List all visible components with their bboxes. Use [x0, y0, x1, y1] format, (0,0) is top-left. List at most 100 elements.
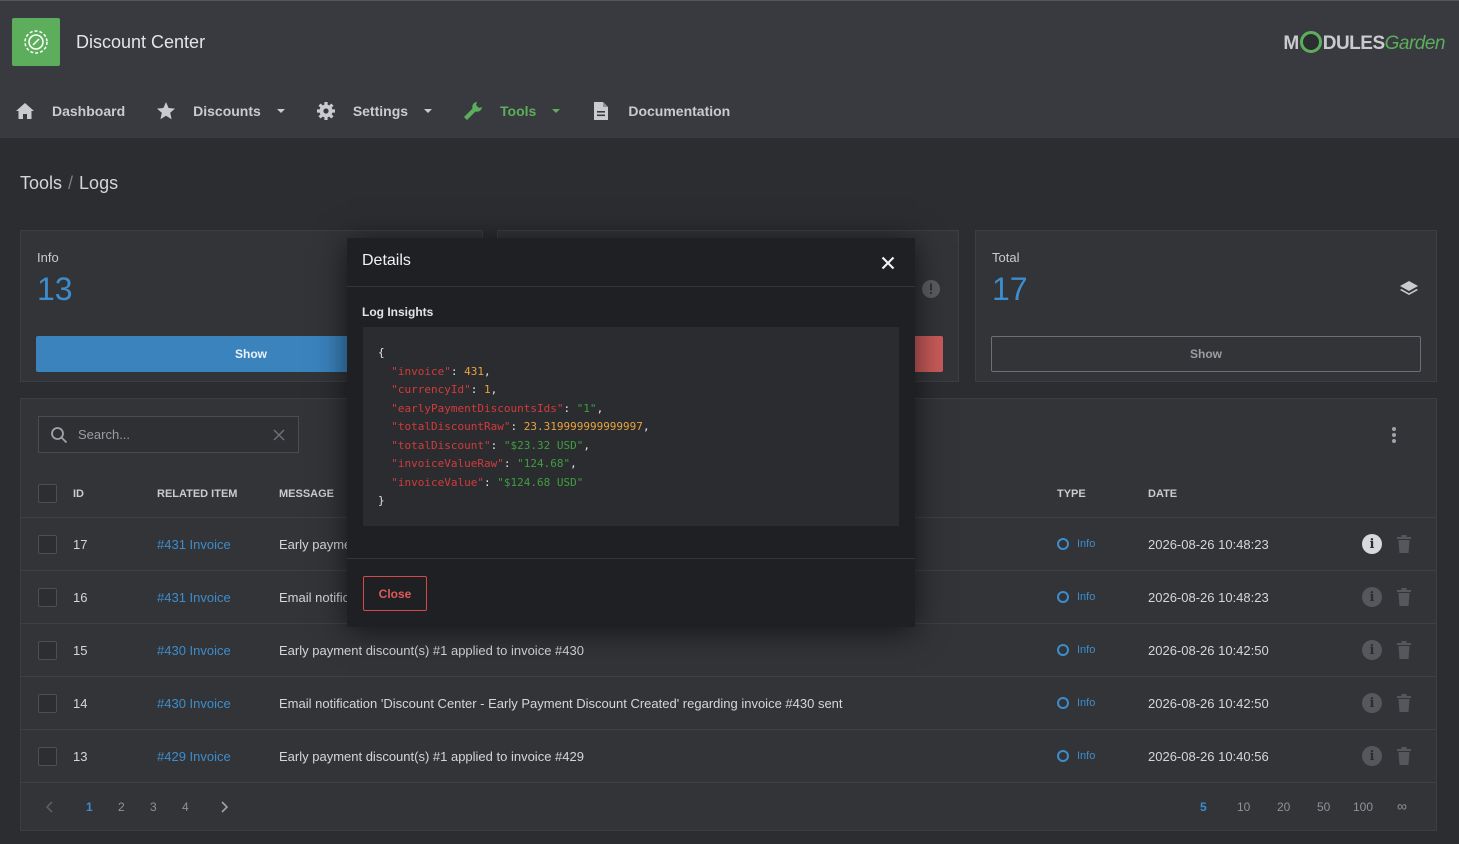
type-label: Info	[1077, 591, 1096, 603]
type-label: Info	[1077, 697, 1096, 709]
json-key: "invoice"	[391, 364, 451, 378]
trash-icon[interactable]	[1397, 694, 1411, 712]
total-card-label: Total	[992, 250, 1020, 265]
page-size-5[interactable]: 5	[1200, 800, 1207, 814]
search-box[interactable]: Search...	[38, 416, 299, 453]
search-icon	[51, 426, 68, 443]
row-checkbox[interactable]	[38, 747, 57, 766]
row-message: Early payment discount(s) #1 applied to …	[279, 643, 584, 658]
info-icon[interactable]: i	[1362, 746, 1382, 766]
info-icon[interactable]: i	[1362, 587, 1382, 607]
json-key: "totalDiscount"	[391, 438, 491, 452]
page-1[interactable]: 1	[86, 800, 93, 814]
nav-dashboard-label: Dashboard	[52, 103, 126, 119]
info-icon[interactable]: i	[1362, 534, 1382, 554]
chevron-left-icon[interactable]	[45, 801, 53, 813]
discount-logo-icon	[24, 30, 48, 54]
chevron-down-icon	[424, 109, 433, 113]
header-related-item[interactable]: RELATED ITEM	[157, 488, 237, 500]
chevron-right-icon[interactable]	[221, 801, 229, 813]
alert-icon	[922, 280, 940, 298]
wrench-icon	[462, 100, 484, 122]
type-badge: Info	[1057, 538, 1095, 550]
nav-discounts[interactable]: Discounts	[155, 100, 285, 122]
trash-icon[interactable]	[1397, 588, 1411, 606]
page-size-10[interactable]: 10	[1237, 800, 1250, 814]
related-item-link[interactable]: #431 Invoice	[157, 537, 231, 552]
error-show-button[interactable]	[915, 336, 943, 372]
nav-settings-label: Settings	[352, 103, 409, 119]
chevron-down-icon	[552, 109, 561, 113]
header-message[interactable]: MESSAGE	[279, 488, 334, 500]
trash-icon[interactable]	[1397, 535, 1411, 553]
log-json-block: { "invoice": 431, "currencyId": 1, "earl…	[363, 327, 899, 526]
json-key: "invoiceValueRaw"	[391, 457, 504, 470]
breadcrumb-logs: Logs	[79, 173, 119, 193]
breadcrumb-tools[interactable]: Tools	[20, 173, 62, 193]
app-logo[interactable]	[12, 18, 60, 66]
row-checkbox[interactable]	[38, 588, 57, 607]
type-label: Info	[1077, 750, 1096, 762]
info-card-label: Info	[37, 250, 59, 265]
row-checkbox[interactable]	[38, 535, 57, 554]
page-4[interactable]: 4	[182, 800, 189, 814]
trash-icon[interactable]	[1397, 747, 1411, 765]
related-item-link[interactable]: #431 Invoice	[157, 590, 231, 605]
nav-documentation[interactable]: Documentation	[590, 100, 730, 122]
json-value: 23.319999999999997	[523, 420, 643, 433]
info-icon[interactable]: i	[1362, 693, 1382, 713]
related-item-link[interactable]: #430 Invoice	[157, 696, 231, 711]
select-all-checkbox[interactable]	[38, 484, 57, 503]
json-value: "124.68"	[517, 457, 571, 470]
star-icon	[155, 100, 177, 122]
page-size-all[interactable]: ∞	[1397, 798, 1407, 814]
row-id: 14	[73, 696, 88, 711]
header-id[interactable]: ID	[73, 488, 84, 500]
type-badge: Info	[1057, 644, 1095, 656]
info-icon[interactable]: i	[1362, 640, 1382, 660]
page-size-50[interactable]: 50	[1317, 800, 1330, 814]
row-checkbox[interactable]	[38, 641, 57, 660]
page-3[interactable]: 3	[150, 800, 157, 814]
brand-o-icon	[1299, 31, 1322, 53]
related-item-link[interactable]: #429 Invoice	[157, 749, 231, 764]
row-message: Email notific	[279, 590, 350, 605]
clear-icon[interactable]	[273, 429, 285, 441]
status-ring-icon	[1057, 697, 1069, 709]
trash-icon[interactable]	[1397, 641, 1411, 659]
row-date: 2026-08-26 10:40:56	[1148, 749, 1269, 764]
nav-tools[interactable]: Tools	[462, 100, 561, 122]
row-checkbox[interactable]	[38, 694, 57, 713]
row-date: 2026-08-26 10:48:23	[1148, 537, 1269, 552]
search-input[interactable]: Search...	[78, 427, 130, 442]
more-options-icon[interactable]	[1392, 427, 1396, 445]
chevron-down-icon	[276, 109, 285, 113]
total-show-button[interactable]: Show	[991, 336, 1421, 372]
nav-settings[interactable]: Settings	[315, 100, 433, 122]
header-date[interactable]: DATE	[1148, 488, 1177, 500]
type-badge: Info	[1057, 591, 1095, 603]
modal-footer: Close	[347, 558, 915, 627]
modulesgarden-logo: M DULESGarden	[1283, 31, 1446, 55]
table-row: 14 #430 Invoice Email notification 'Disc…	[21, 677, 1436, 730]
page-2[interactable]: 2	[118, 800, 125, 814]
json-key: "earlyPaymentDiscountsIds"	[391, 401, 564, 415]
modal-header: Details	[347, 238, 915, 287]
brand-text-right: Garden	[1384, 33, 1446, 54]
brand-text-mid: DULES	[1322, 33, 1385, 54]
related-item-link[interactable]: #430 Invoice	[157, 643, 231, 658]
header-type[interactable]: TYPE	[1057, 488, 1086, 500]
info-card-value: 13	[37, 271, 73, 307]
nav-dashboard[interactable]: Dashboard	[14, 100, 125, 122]
json-value: 1	[483, 383, 491, 396]
json-brace-open: {	[378, 346, 385, 359]
close-button[interactable]: Close	[363, 576, 427, 611]
json-key: "invoiceValue"	[391, 475, 484, 489]
nav-discounts-label: Discounts	[193, 103, 261, 119]
close-icon[interactable]	[881, 256, 895, 270]
document-icon	[590, 100, 612, 122]
modal-title: Details	[362, 252, 411, 269]
row-date: 2026-08-26 10:48:23	[1148, 590, 1269, 605]
page-size-100[interactable]: 100	[1353, 800, 1373, 814]
page-size-20[interactable]: 20	[1277, 800, 1290, 814]
